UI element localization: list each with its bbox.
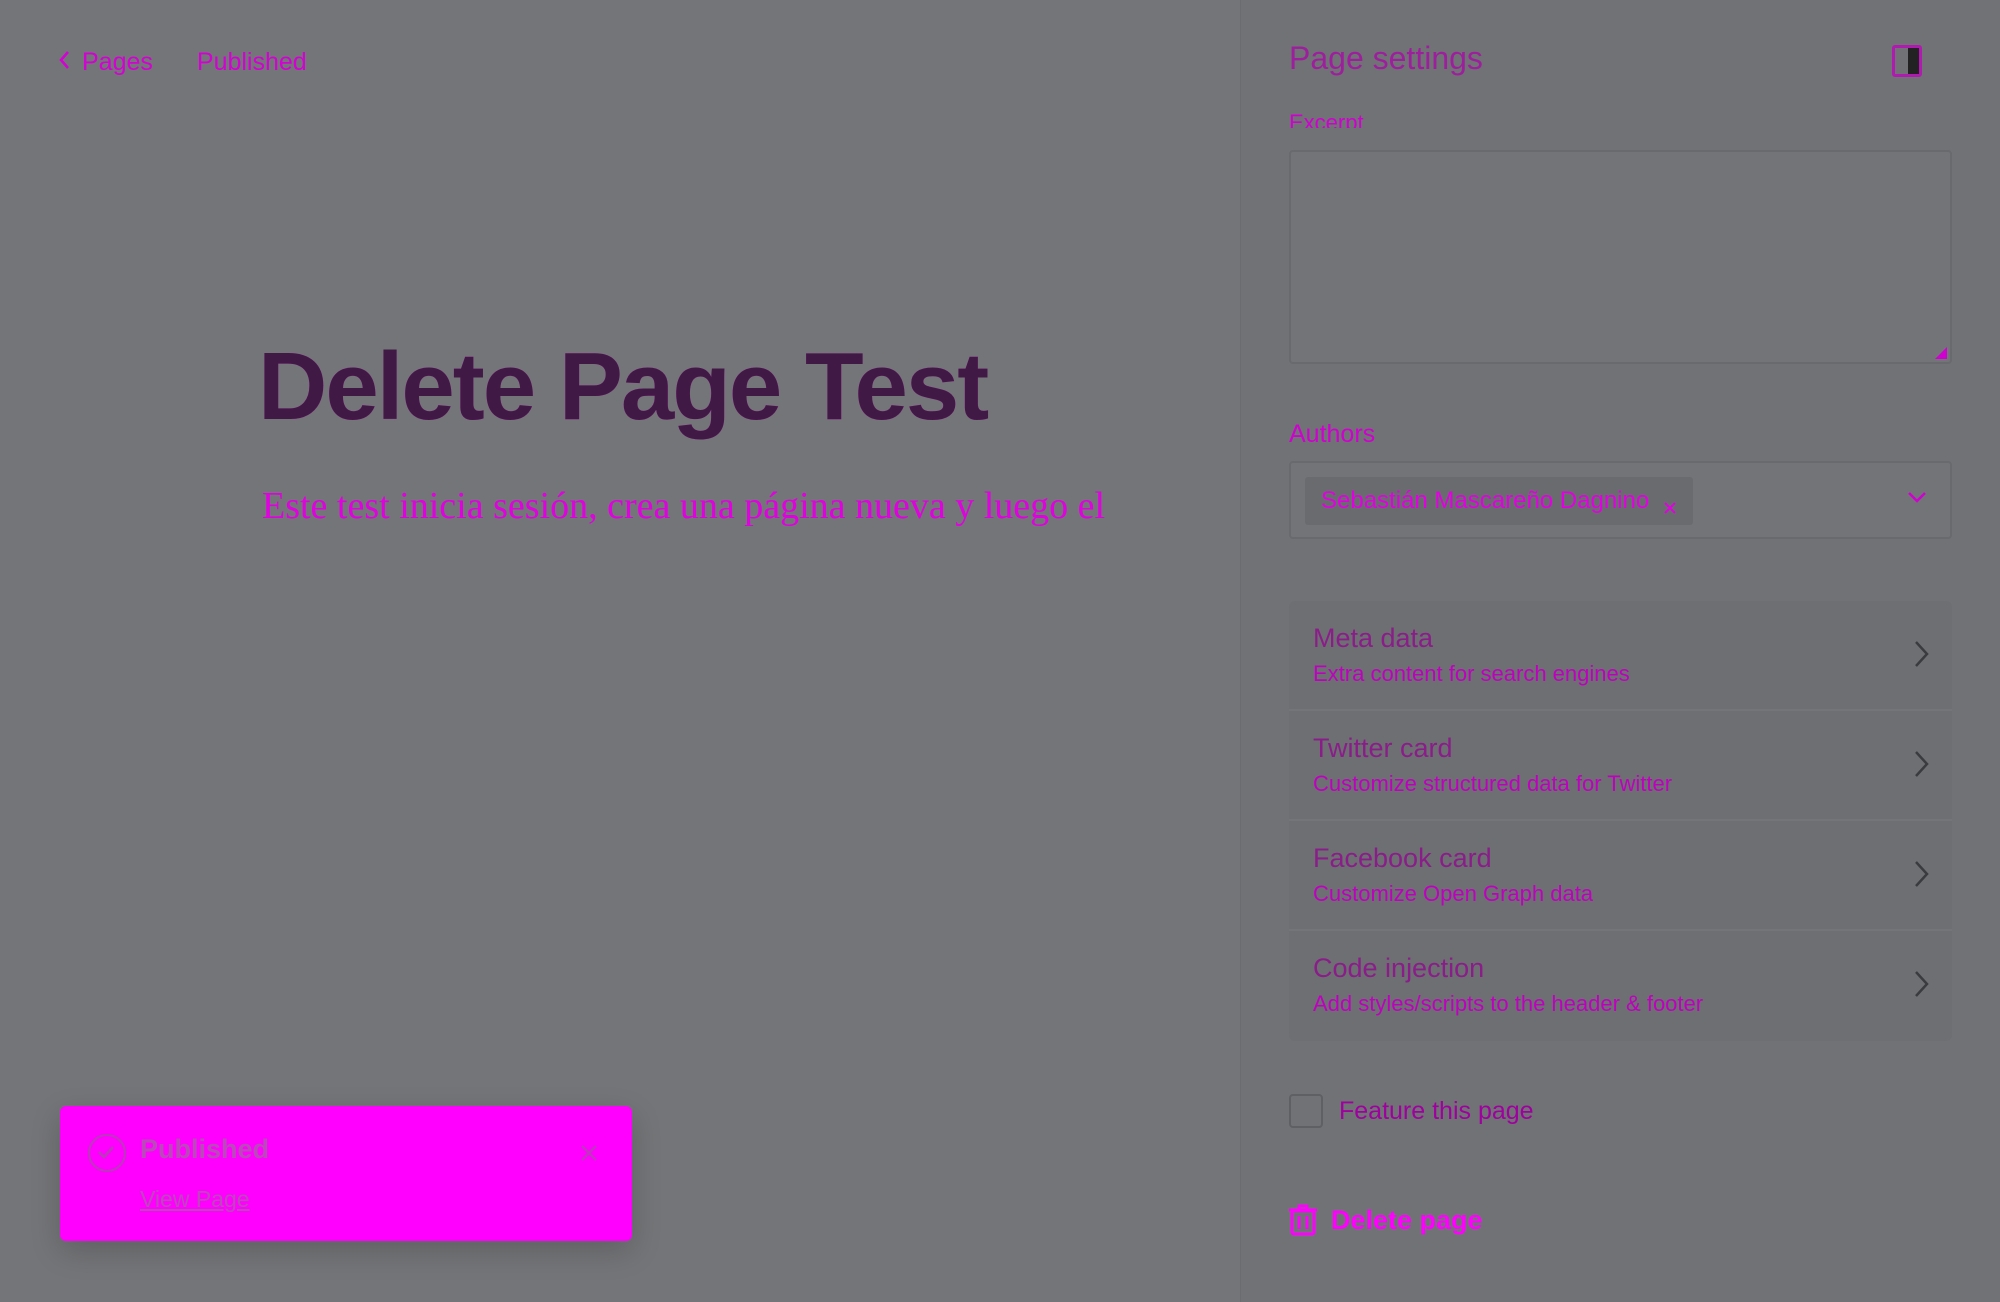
back-to-pages-link[interactable]: Pages bbox=[58, 48, 153, 77]
item-title: Facebook card bbox=[1313, 843, 1492, 873]
chevron-right-icon bbox=[1912, 749, 1930, 779]
item-subtitle: Customize structured data for Twitter bbox=[1313, 771, 1673, 796]
check-circle-icon bbox=[88, 1134, 126, 1172]
chevron-right-icon bbox=[1912, 859, 1930, 889]
authors-select[interactable]: Sebastián Mascareño Dagnino bbox=[1289, 461, 1952, 539]
delete-label: Delete page bbox=[1331, 1204, 1483, 1235]
chevron-down-icon[interactable] bbox=[1906, 489, 1928, 505]
feature-checkbox[interactable] bbox=[1289, 1094, 1323, 1128]
twitter-card-item[interactable]: Twitter card Customize structured data f… bbox=[1289, 711, 1952, 821]
feature-label: Feature this page bbox=[1339, 1096, 1534, 1125]
meta-data-item[interactable]: Meta data Extra content for search engin… bbox=[1289, 601, 1952, 711]
back-label: Pages bbox=[82, 48, 153, 76]
settings-list: Meta data Extra content for search engin… bbox=[1289, 601, 1952, 1041]
page-title[interactable]: Delete Page Test Delete Page Test bbox=[258, 332, 989, 442]
published-toast: Published View Page bbox=[60, 1106, 632, 1241]
chevron-left-icon bbox=[58, 48, 70, 77]
page-settings-panel: Page settings Excerpt Authors Sebastián … bbox=[1240, 0, 2000, 1302]
publish-status: Published bbox=[196, 48, 307, 76]
breadcrumb: Pages Published bbox=[58, 48, 307, 77]
page-excerpt[interactable]: Este test inicia sesión, crea una página… bbox=[262, 484, 1240, 528]
sidebar-toggle-icon[interactable] bbox=[1892, 45, 1922, 77]
authors-label: Authors bbox=[1289, 420, 1376, 448]
close-icon[interactable] bbox=[1663, 494, 1677, 514]
item-subtitle: Customize Open Graph data bbox=[1313, 881, 1594, 906]
chevron-right-icon bbox=[1912, 969, 1930, 999]
panel-title: Page settings bbox=[1289, 40, 1483, 76]
item-subtitle: Add styles/scripts to the header & foote… bbox=[1313, 991, 1704, 1016]
page-title-shadow: Delete Page Test bbox=[258, 333, 989, 440]
editor-area: Pages Published Delete Page Test Delete … bbox=[0, 0, 1240, 1302]
trash-icon bbox=[1289, 1204, 1317, 1236]
item-title: Twitter card bbox=[1313, 733, 1453, 763]
author-chip: Sebastián Mascareño Dagnino bbox=[1305, 477, 1694, 525]
code-injection-item[interactable]: Code injection Add styles/scripts to the… bbox=[1289, 931, 1952, 1041]
close-icon[interactable] bbox=[580, 1144, 598, 1162]
feature-page-toggle[interactable]: Feature this page bbox=[1289, 1094, 1534, 1128]
facebook-card-item[interactable]: Facebook card Customize Open Graph data bbox=[1289, 821, 1952, 931]
item-subtitle: Extra content for search engines bbox=[1313, 661, 1630, 686]
item-title: Meta data bbox=[1313, 623, 1434, 653]
excerpt-label: Excerpt bbox=[1289, 110, 1364, 128]
toast-title: Published bbox=[140, 1134, 270, 1164]
delete-page-button[interactable]: Delete page bbox=[1289, 1204, 1483, 1236]
resize-handle[interactable] bbox=[1935, 347, 1947, 359]
chevron-right-icon bbox=[1912, 639, 1930, 669]
excerpt-textarea[interactable] bbox=[1289, 150, 1952, 364]
view-page-link[interactable]: View Page bbox=[140, 1186, 250, 1213]
item-title: Code injection bbox=[1313, 953, 1485, 983]
author-name: Sebastián Mascareño Dagnino bbox=[1321, 487, 1650, 514]
